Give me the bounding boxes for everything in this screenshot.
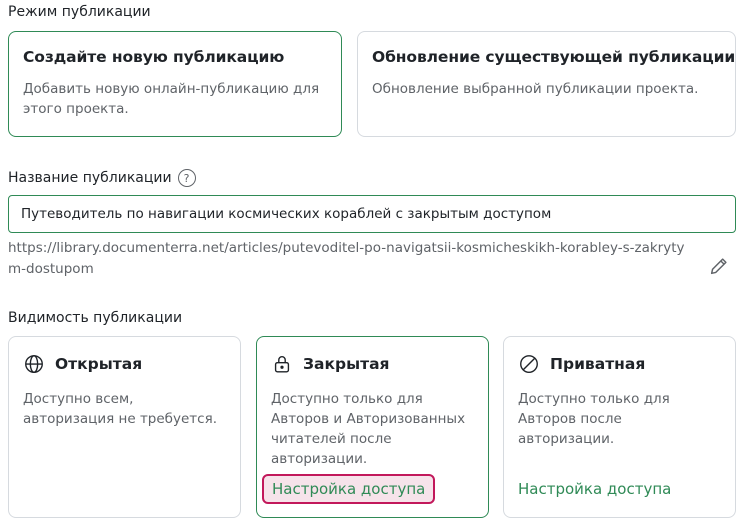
- mode-card-description: Добавить новую онлайн-публикацию для это…: [23, 81, 320, 117]
- visibility-card-description: Доступно только для Авторов после автори…: [518, 391, 670, 447]
- visibility-card-title: Закрытая: [303, 355, 390, 373]
- visibility-card-open[interactable]: Открытая Доступно всем, авторизация не т…: [8, 336, 241, 518]
- visibility-card-header: Приватная: [518, 353, 721, 375]
- publication-name-label-row: Название публикации?: [8, 169, 196, 187]
- lock-icon: [274, 356, 290, 373]
- publication-visibility-label: Видимость публикации: [8, 310, 183, 326]
- mode-card-new[interactable]: Создайте новую публикацию Добавить новую…: [8, 31, 342, 137]
- access-settings-link[interactable]: Настройка доступа: [262, 474, 436, 504]
- visibility-card-title: Открытая: [55, 355, 143, 373]
- visibility-card-description: Доступно только для Авторов и Авторизова…: [271, 391, 466, 467]
- globe-icon: [25, 355, 43, 373]
- pencil-icon[interactable]: [708, 255, 730, 277]
- mode-card-title: Создайте новую публикацию: [23, 48, 285, 66]
- mode-card-title: Обновление существующей публикации: [372, 48, 736, 66]
- visibility-card-closed[interactable]: Закрытая Доступно только для Авторов и А…: [256, 336, 489, 518]
- visibility-card-header: Закрытая: [271, 353, 474, 375]
- mode-card-update[interactable]: Обновление существующей публикации Обнов…: [357, 31, 736, 137]
- publication-name-input[interactable]: [8, 195, 736, 233]
- visibility-card-header: Открытая: [23, 353, 226, 375]
- publication-url: https://library.documenterra.net/article…: [8, 240, 685, 277]
- mode-card-description: Обновление выбранной публикации проекта.: [372, 81, 699, 97]
- publication-name-label: Название публикации: [8, 170, 172, 186]
- publication-mode-label: Режим публикации: [8, 4, 151, 20]
- question-circle-icon[interactable]: ?: [177, 169, 196, 187]
- access-settings-link[interactable]: Настройка доступа: [518, 480, 671, 498]
- visibility-card-description: Доступно всем, авторизация не требуется.: [23, 391, 218, 427]
- visibility-card-title: Приватная: [550, 355, 646, 373]
- visibility-card-private[interactable]: Приватная Доступно только для Авторов по…: [503, 336, 736, 518]
- no-entry-icon: [520, 355, 538, 373]
